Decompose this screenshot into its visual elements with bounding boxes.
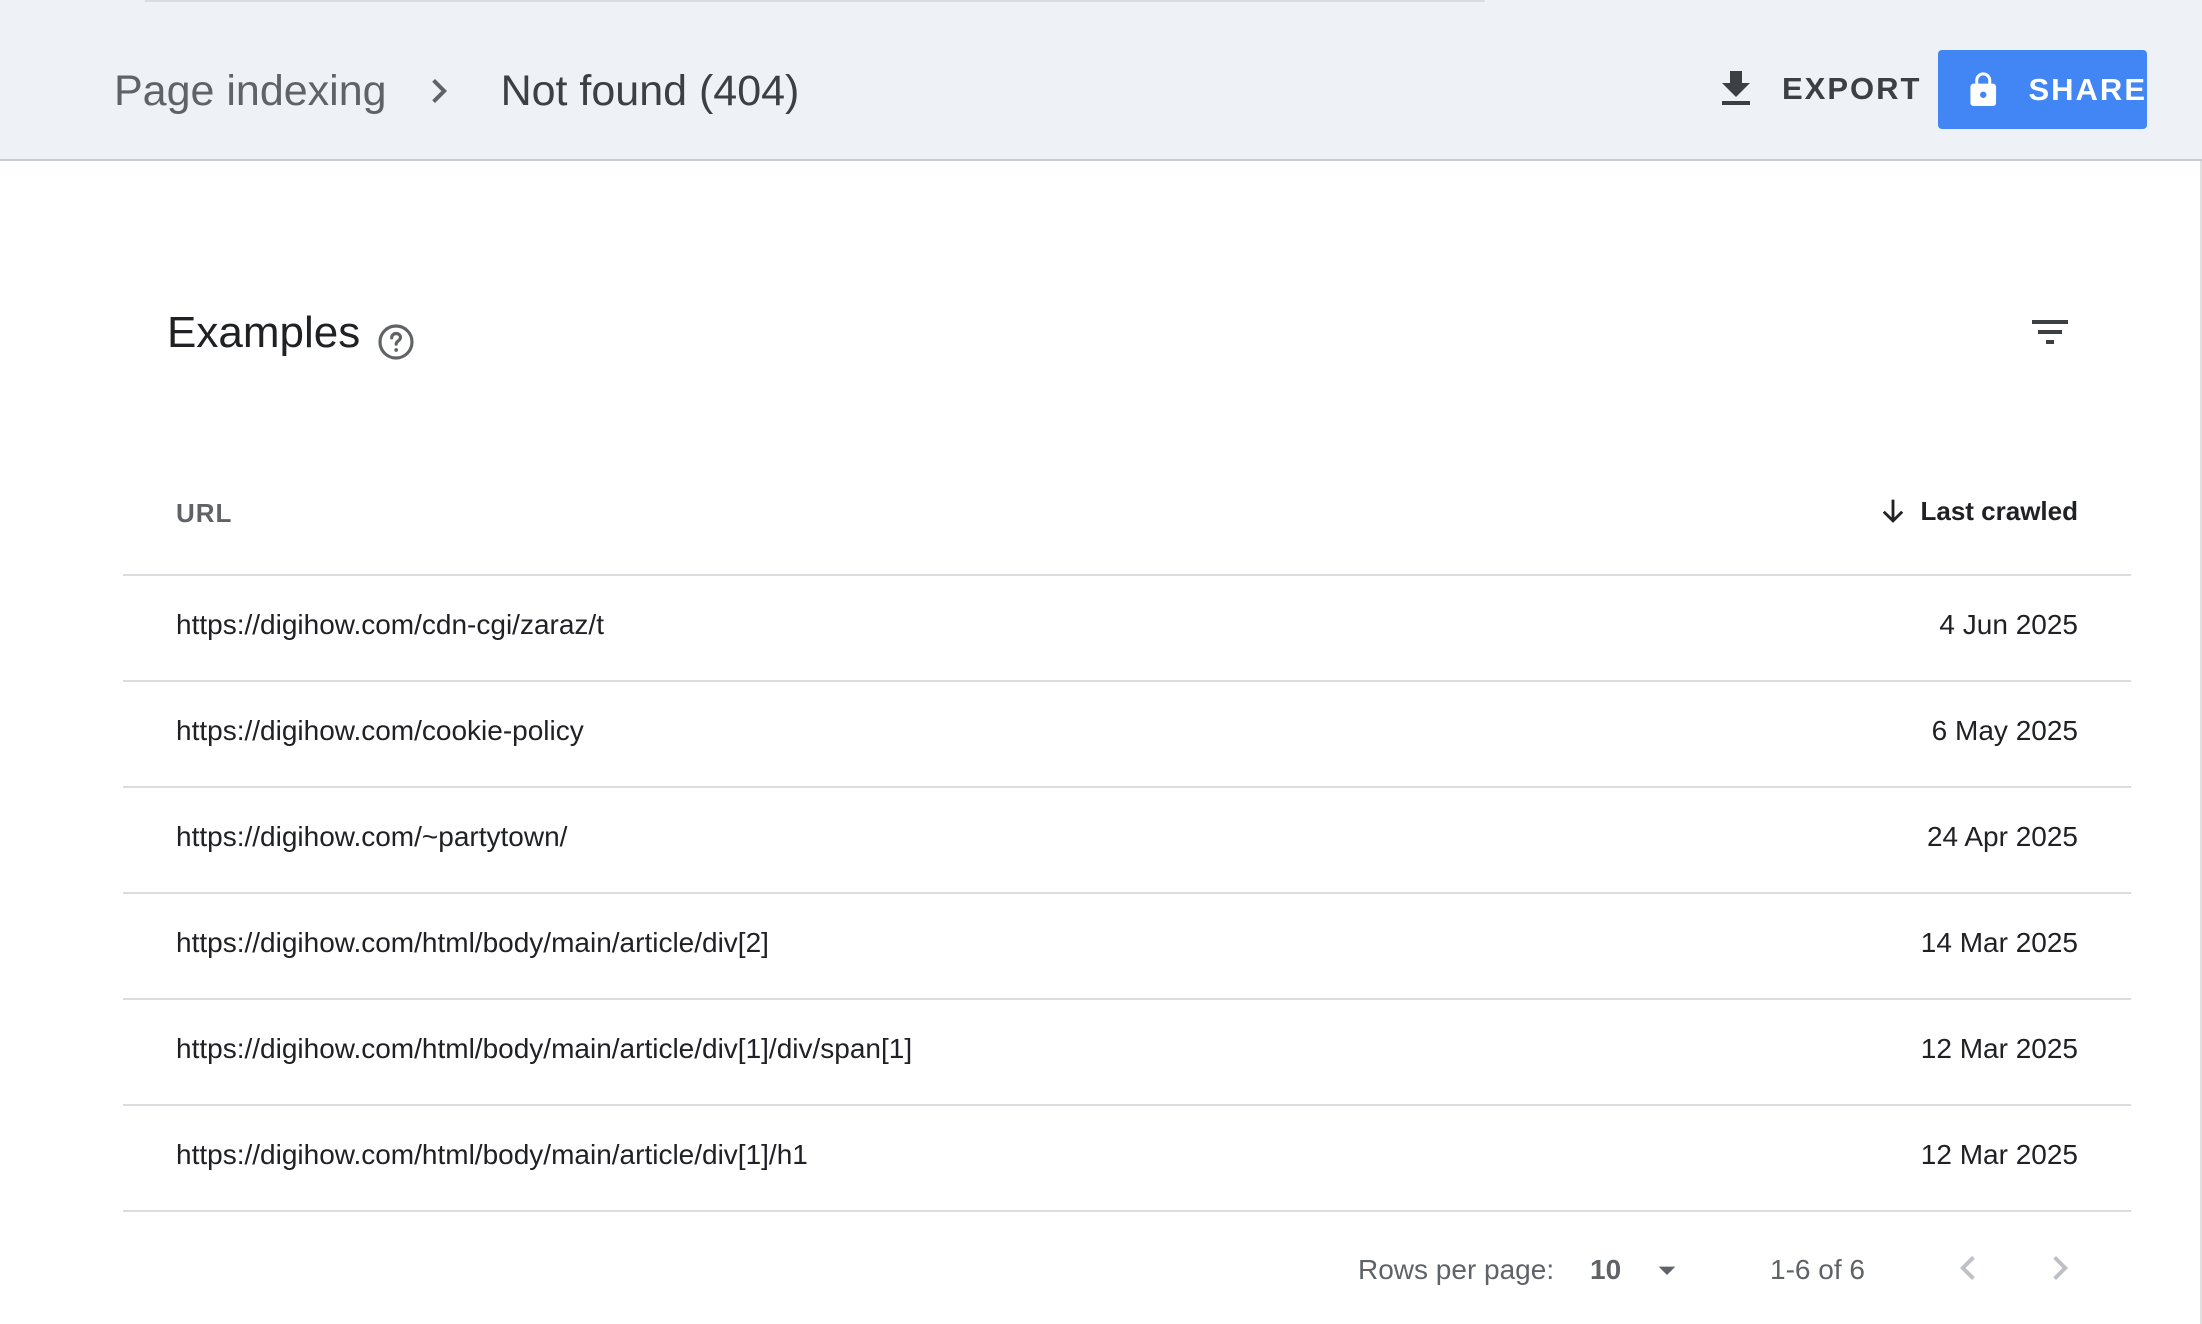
table-header: URL Last crawled [123,460,2131,576]
table-row[interactable]: https://digihow.com/~partytown/ 24 Apr 2… [123,788,2131,894]
chevron-right-icon [415,67,463,115]
share-label: SHARE [2028,71,2147,107]
chevron-left-icon[interactable] [1944,1244,1992,1292]
page-title: Not found (404) [500,66,800,115]
table-row[interactable]: https://digihow.com/cookie-policy 6 May … [123,682,2131,788]
column-header-url[interactable]: URL [176,498,232,529]
table-row[interactable]: https://digihow.com/cdn-cgi/zaraz/t 4 Ju… [123,576,2131,682]
page-header: Page indexing Not found (404) EXPORT SHA… [0,0,2202,161]
row-last-crawled: 6 May 2025 [1931,715,2078,746]
export-button[interactable]: EXPORT [1712,60,1921,118]
row-url: https://digihow.com/html/body/main/artic… [176,927,769,958]
row-url: https://digihow.com/cdn-cgi/zaraz/t [176,609,604,640]
arrow-down-icon [1883,499,1904,523]
column-header-label: Last crawled [1920,495,2078,526]
row-url: https://digihow.com/html/body/main/artic… [176,1033,913,1064]
breadcrumb-page-indexing[interactable]: Page indexing [114,67,387,116]
breadcrumb: Page indexing Not found (404) [114,60,799,122]
table-row[interactable]: https://digihow.com/html/body/main/artic… [123,894,2131,1000]
rows-per-page-label: Rows per page: [1358,1254,1555,1285]
rows-per-page-value: 10 [1590,1254,1622,1285]
row-url: https://digihow.com/~partytown/ [176,821,568,852]
header-top-line [145,0,1485,2]
help-circle-icon[interactable] [376,322,416,362]
row-last-crawled: 12 Mar 2025 [1920,1033,2078,1064]
row-last-crawled: 14 Mar 2025 [1920,927,2078,958]
row-url: https://digihow.com/html/body/main/artic… [176,1139,808,1170]
filter-icon[interactable] [2026,308,2074,356]
column-header-last-crawled[interactable]: Last crawled [1876,494,2078,528]
page-range: 1-6 of 6 [1770,1254,1865,1285]
caret-down-icon [1658,1266,1676,1275]
export-label: EXPORT [1782,71,1922,106]
chevron-right-icon[interactable] [2036,1244,2084,1292]
share-button[interactable]: SHARE [1938,50,2147,129]
table-row[interactable]: https://digihow.com/html/body/main/artic… [123,1106,2131,1212]
row-last-crawled: 4 Jun 2025 [1939,609,2078,640]
rows-per-page-select[interactable]: 10 [1590,1244,1687,1296]
examples-table: URL Last crawled https://digihow.com/cdn… [123,460,2131,1212]
download-icon [1722,71,1750,105]
row-url: https://digihow.com/cookie-policy [176,715,584,746]
section-title: Examples [167,308,361,357]
pagination: Rows per page: 10 1-6 of 6 [0,1230,2202,1310]
row-last-crawled: 12 Mar 2025 [1920,1139,2078,1170]
table-row[interactable]: https://digihow.com/html/body/main/artic… [123,1000,2131,1106]
row-last-crawled: 24 Apr 2025 [1926,821,2078,852]
lock-icon [1970,71,1997,106]
